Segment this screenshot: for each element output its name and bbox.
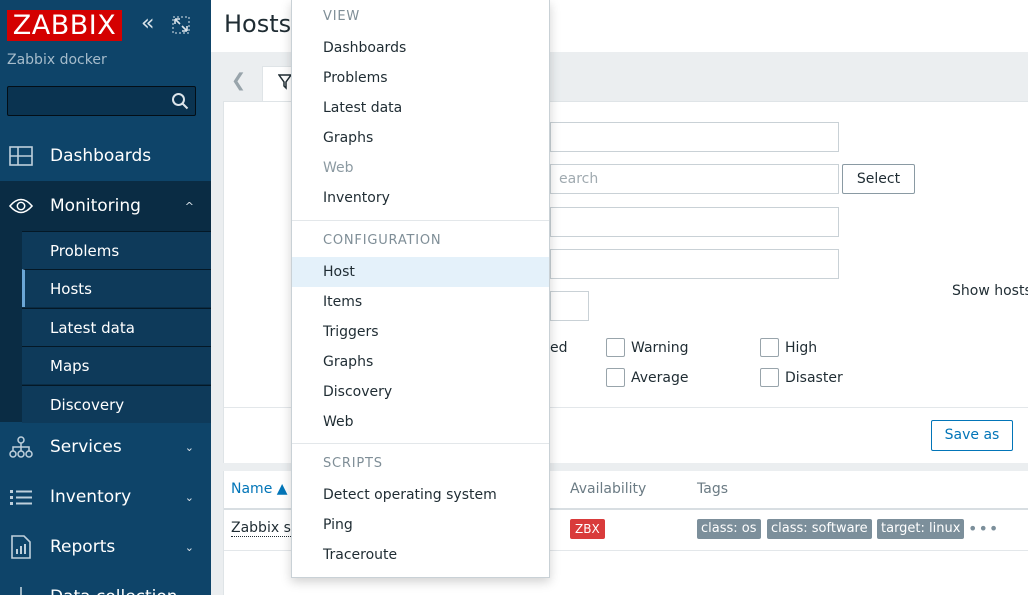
list-icon — [9, 485, 33, 509]
nav-label: Monitoring — [50, 196, 141, 216]
sub-item-discovery[interactable]: Discovery — [22, 385, 211, 423]
menu-section-header: VIEW — [323, 9, 360, 24]
menu-item-problems[interactable]: Problems — [292, 63, 549, 93]
nav-label: Inventory — [50, 487, 132, 507]
menu-separator — [292, 220, 549, 221]
tag-badge[interactable]: class: os — [697, 519, 761, 539]
menu-item-host[interactable]: Host — [292, 257, 549, 287]
nav-label: Services — [50, 437, 122, 457]
sub-item-latest-data[interactable]: Latest data — [22, 308, 211, 346]
show-hosts-label: Show hosts — [952, 283, 1028, 299]
sub-item-label: Problems — [50, 241, 120, 260]
menu-item-latest-data[interactable]: Latest data — [292, 93, 549, 123]
ip-field[interactable] — [550, 249, 839, 279]
sub-item-maps[interactable]: Maps — [22, 346, 211, 384]
menu-item-web: Web — [323, 160, 354, 176]
menu-section-header: SCRIPTS — [323, 456, 383, 471]
severity-label-partial: ed — [550, 340, 568, 356]
sidebar: ZABBIX « Zabbix docker Dashboards Monito… — [0, 0, 211, 595]
column-availability: Availability — [570, 481, 647, 497]
eye-icon — [9, 194, 33, 218]
severity-disaster-label: Disaster — [785, 370, 843, 386]
port-field[interactable] — [550, 291, 589, 321]
nav-monitoring[interactable]: Monitoring ^ — [0, 181, 211, 231]
severity-average-checkbox[interactable] — [606, 368, 625, 387]
name-field[interactable] — [550, 207, 839, 237]
search-icon[interactable] — [171, 92, 189, 110]
menu-item-graphs[interactable]: Graphs — [292, 123, 549, 153]
sub-item-problems[interactable]: Problems — [22, 231, 211, 269]
menu-item-items[interactable]: Items — [292, 287, 549, 317]
server-name: Zabbix docker — [7, 52, 107, 68]
chevron-down-icon: ⌄ — [184, 440, 194, 454]
sub-item-label: Discovery — [50, 395, 125, 414]
severity-warning-checkbox[interactable] — [606, 338, 625, 357]
column-tags: Tags — [697, 481, 728, 497]
menu-item-web-config[interactable]: Web — [292, 407, 549, 437]
sub-item-label: Hosts — [50, 279, 92, 298]
save-as-button[interactable]: Save as — [931, 420, 1013, 451]
menu-separator — [292, 443, 549, 444]
column-name[interactable]: Name ▲ — [231, 481, 288, 497]
host-groups-field[interactable] — [550, 122, 839, 152]
severity-high-label: High — [785, 340, 818, 356]
tag-badge[interactable]: target: linux — [877, 519, 965, 539]
kiosk-mode-icon[interactable] — [172, 16, 190, 34]
menu-item-ping[interactable]: Ping — [292, 510, 549, 540]
menu-item-discovery[interactable]: Discovery — [292, 377, 549, 407]
select-button[interactable]: Select — [842, 164, 915, 194]
services-icon — [9, 435, 33, 459]
menu-section-header: CONFIGURATION — [323, 233, 442, 248]
nav-label: Data collection — [50, 587, 178, 595]
nav-services[interactable]: Services ⌄ — [0, 422, 211, 472]
dashboard-icon — [9, 144, 33, 168]
severity-high-checkbox[interactable] — [760, 338, 779, 357]
more-tags-icon[interactable]: ••• — [968, 519, 999, 538]
chevron-left-icon[interactable]: ❮ — [231, 70, 246, 91]
menu-item-dashboards[interactable]: Dashboards — [292, 33, 549, 63]
nav-label: Dashboards — [50, 146, 152, 166]
menu-item-triggers[interactable]: Triggers — [292, 317, 549, 347]
sub-item-hosts[interactable]: Hosts — [22, 269, 211, 307]
filter-icon — [278, 74, 292, 90]
monitoring-submenu: Problems Hosts Latest data Maps Discover… — [0, 231, 211, 423]
templates-field[interactable]: earch — [550, 164, 839, 194]
sub-item-label: Latest data — [50, 318, 135, 337]
collapse-sidebar-icon[interactable]: « — [141, 13, 161, 36]
availability-badge[interactable]: ZBX — [570, 519, 605, 539]
menu-item-graphs-config[interactable]: Graphs — [292, 347, 549, 377]
chevron-up-icon: ^ — [184, 199, 194, 213]
report-icon — [9, 535, 33, 559]
severity-warning-label: Warning — [631, 340, 689, 356]
menu-item-detect-os[interactable]: Detect operating system — [292, 480, 549, 510]
nav-inventory[interactable]: Inventory ⌄ — [0, 472, 211, 522]
nav-reports[interactable]: Reports ⌄ — [0, 522, 211, 572]
data-collection-icon — [9, 585, 33, 595]
chevron-down-icon: ⌄ — [184, 490, 194, 504]
host-name-link[interactable]: Zabbix se — [231, 520, 300, 537]
menu-item-inventory[interactable]: Inventory — [292, 183, 549, 213]
tag-badge[interactable]: class: software — [767, 519, 872, 539]
sub-item-label: Maps — [50, 356, 90, 375]
nav-data-collection[interactable]: Data collection — [0, 572, 211, 595]
severity-disaster-checkbox[interactable] — [760, 368, 779, 387]
nav-label: Reports — [50, 537, 116, 557]
nav-dashboards[interactable]: Dashboards — [0, 131, 211, 181]
chevron-down-icon: ⌄ — [184, 540, 194, 554]
severity-average-label: Average — [631, 370, 689, 386]
zabbix-logo[interactable]: ZABBIX — [7, 10, 122, 41]
page-title: Hosts — [224, 10, 292, 38]
sidebar-search-input[interactable] — [7, 86, 196, 116]
host-context-menu: VIEW Dashboards Problems Latest data Gra… — [291, 0, 550, 578]
menu-item-traceroute[interactable]: Traceroute — [292, 540, 549, 570]
